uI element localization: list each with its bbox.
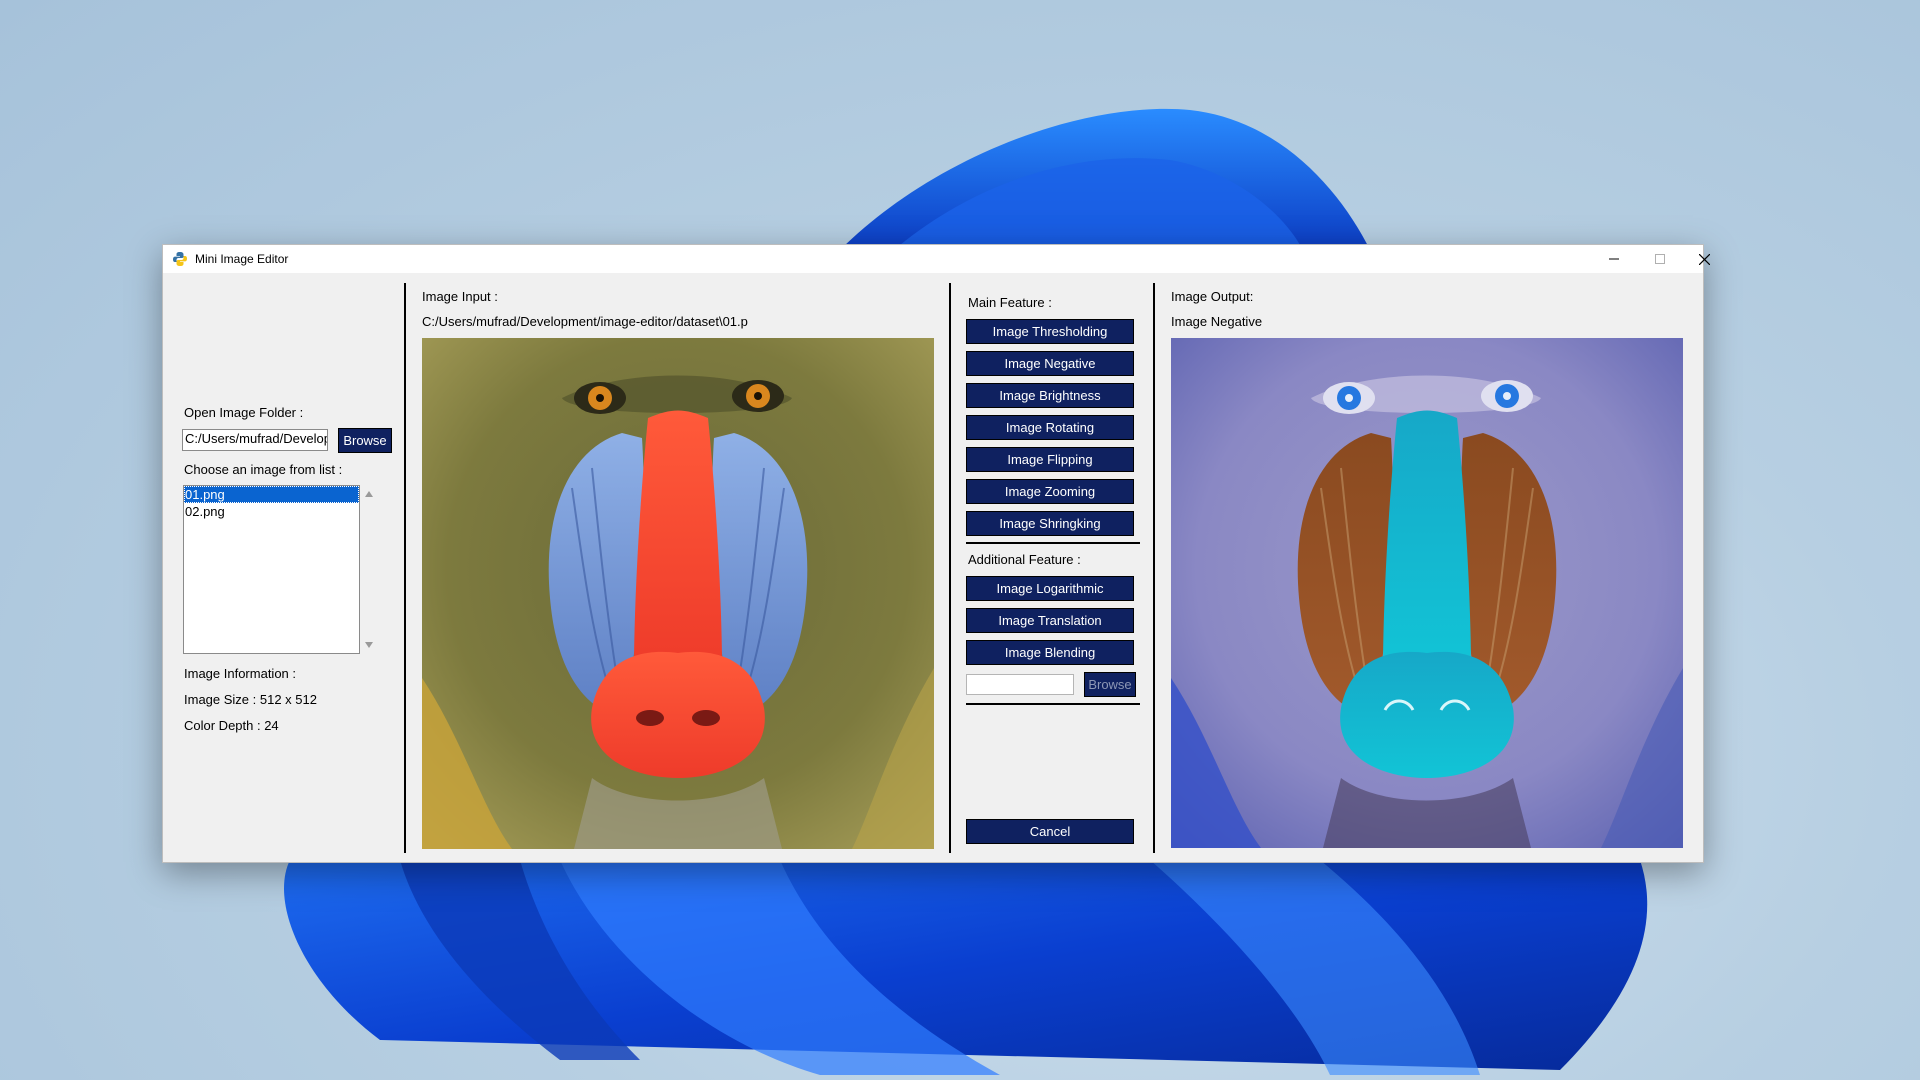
cancel-button[interactable]: Cancel <box>966 819 1134 844</box>
image-listbox[interactable]: 01.png 02.png <box>183 485 360 654</box>
maximize-button <box>1637 245 1683 273</box>
blend-browse-button: Browse <box>1084 672 1136 697</box>
feature-separator-1 <box>966 542 1140 544</box>
input-image <box>422 338 934 849</box>
brightness-button[interactable]: Image Brightness <box>966 383 1134 408</box>
scroll-up-icon[interactable] <box>365 491 373 497</box>
image-info-label: Image Information : <box>184 666 296 681</box>
output-image <box>1171 338 1683 848</box>
minimize-icon <box>1609 258 1619 260</box>
translation-button[interactable]: Image Translation <box>966 608 1134 633</box>
feature-separator-2 <box>966 703 1140 705</box>
app-window: Mini Image Editor Open Image Folder : C:… <box>162 244 1710 863</box>
thresholding-button[interactable]: Image Thresholding <box>966 319 1134 344</box>
list-item-01-png[interactable]: 01.png <box>184 486 359 503</box>
shrinking-button[interactable]: Image Shringking <box>966 511 1134 536</box>
window-title: Mini Image Editor <box>195 252 289 266</box>
color-depth-text: Color Depth : 24 <box>184 718 279 733</box>
zooming-button[interactable]: Image Zooming <box>966 479 1134 504</box>
image-output-label: Image Output: <box>1171 289 1254 304</box>
flipping-button[interactable]: Image Flipping <box>966 447 1134 472</box>
blend-path-input <box>966 674 1074 695</box>
choose-image-label: Choose an image from list : <box>184 462 343 477</box>
folder-browse-button[interactable]: Browse <box>338 428 392 453</box>
negative-button[interactable]: Image Negative <box>966 351 1134 376</box>
open-folder-label: Open Image Folder : <box>184 405 304 420</box>
scroll-down-icon[interactable] <box>365 642 373 648</box>
image-size-text: Image Size : 512 x 512 <box>184 692 317 707</box>
close-button[interactable] <box>1681 245 1727 273</box>
image-input-label: Image Input : <box>422 289 498 304</box>
list-item-02-png[interactable]: 02.png <box>184 503 359 520</box>
maximize-icon <box>1655 254 1665 264</box>
main-feature-label: Main Feature : <box>968 295 1052 310</box>
minimize-button[interactable] <box>1591 245 1637 273</box>
folder-path-input[interactable]: C:/Users/mufrad/Develop <box>182 429 328 451</box>
divider-right <box>1153 283 1155 853</box>
divider-left <box>404 283 406 853</box>
rotating-button[interactable]: Image Rotating <box>966 415 1134 440</box>
additional-feature-label: Additional Feature : <box>968 552 1081 567</box>
title-bar[interactable]: Mini Image Editor <box>163 245 1710 273</box>
close-icon <box>1698 253 1710 265</box>
divider-middle <box>949 283 951 853</box>
logarithmic-button[interactable]: Image Logarithmic <box>966 576 1134 601</box>
listbox-scrollbar[interactable] <box>361 485 378 654</box>
python-icon <box>173 252 187 266</box>
image-input-path: C:/Users/mufrad/Development/image-editor… <box>422 314 748 329</box>
output-operation-text: Image Negative <box>1171 314 1263 329</box>
blending-button[interactable]: Image Blending <box>966 640 1134 665</box>
